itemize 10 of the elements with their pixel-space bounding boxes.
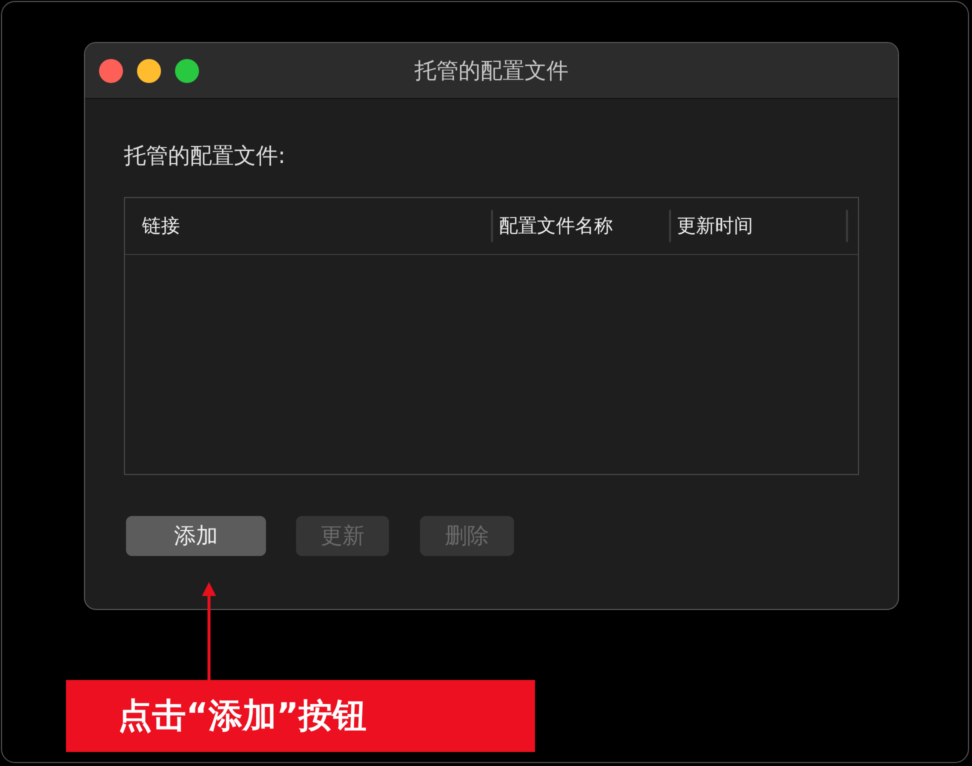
annotation-label: 点击“添加”按钮 [66, 680, 535, 752]
column-header[interactable]: 链接 [125, 210, 493, 242]
close-button[interactable] [99, 58, 123, 82]
zoom-button[interactable] [175, 58, 199, 82]
window-title: 托管的配置文件 [414, 58, 568, 86]
minimize-button[interactable] [137, 58, 161, 82]
column-header[interactable]: 更新时间 [671, 210, 848, 242]
action-button[interactable]: 添加 [126, 516, 266, 556]
section-label: 托管的配置文件: [124, 143, 286, 171]
column-header[interactable]: 配置文件名称 [493, 210, 671, 242]
